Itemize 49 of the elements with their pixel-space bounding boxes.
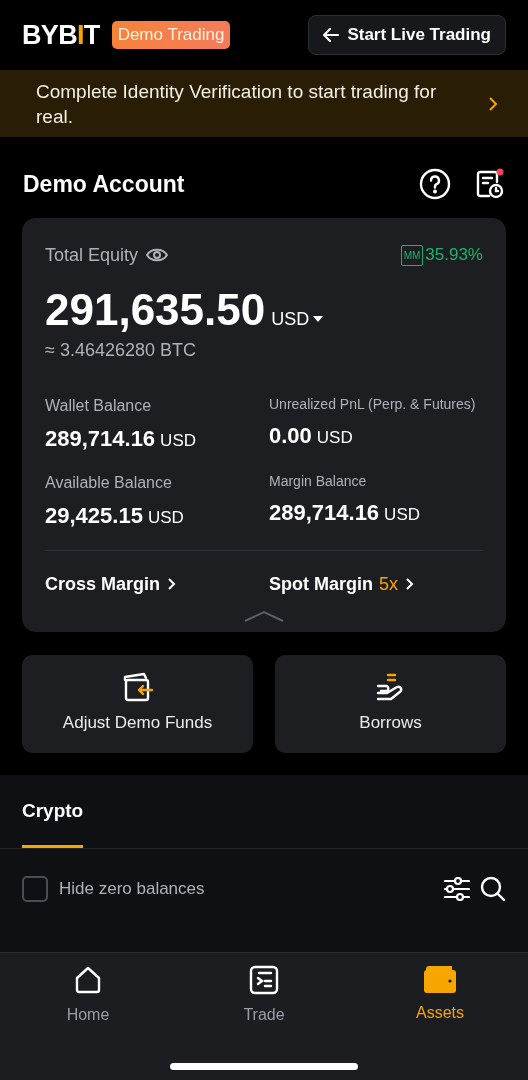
stat-unit: USD — [384, 503, 420, 526]
start-live-trading-button[interactable]: Start Live Trading — [308, 15, 506, 55]
arrow-left-icon — [323, 28, 340, 42]
tab[interactable]: Crypto — [22, 796, 84, 848]
checkbox-label: Hide zero balances — [59, 878, 205, 901]
terminal-icon — [249, 965, 279, 995]
stat-value: 0.00 — [269, 421, 312, 450]
cards-icon — [121, 671, 154, 702]
stat-value: 289,714.16 — [269, 498, 380, 527]
mm-value: 35.93% — [425, 244, 483, 267]
margin-link[interactable]: Spot Margin 5x — [269, 570, 483, 598]
account-title: Demo Account — [23, 170, 185, 199]
stat-unit: USD — [147, 506, 184, 529]
stat-unit: USD — [160, 429, 196, 452]
eye-icon[interactable] — [146, 247, 169, 263]
collapse-icon[interactable] — [244, 609, 284, 622]
chevron-right-icon — [166, 577, 177, 591]
wallet-icon — [424, 965, 456, 993]
equity-label: Total Equity — [45, 243, 139, 267]
nav-item[interactable]: Assets — [352, 965, 528, 1027]
stat-label: Margin Balance — [269, 471, 368, 491]
stat-label: Available Balance — [45, 472, 173, 493]
demo-trading-badge: Demo Trading — [111, 21, 231, 49]
history-icon[interactable] — [475, 168, 505, 201]
stat-label: Unrealized PnL (Perp. & Futures) — [269, 394, 477, 414]
stat-value: 289,714.16 — [45, 424, 156, 453]
btc-value: ≈ 3.46426280 BTC — [45, 338, 197, 362]
stat-label: Wallet Balance — [45, 395, 153, 416]
filter-icon[interactable] — [444, 877, 470, 901]
verification-banner[interactable]: Complete Identity Verification to start trading for real. — [0, 70, 528, 137]
logo: BYBIT — [22, 18, 100, 52]
action-button[interactable]: Adjust Demo Funds — [22, 654, 253, 753]
mm-tag: MM — [400, 244, 424, 266]
currency-dropdown[interactable]: USD — [271, 305, 324, 333]
chevron-right-icon — [404, 577, 414, 591]
equity-value: 291,635.50 — [45, 283, 266, 336]
search-icon[interactable] — [480, 876, 506, 902]
stat-unit: USD — [316, 426, 353, 449]
nav-item[interactable]: Home — [0, 965, 176, 1027]
action-button[interactable]: Borrows — [275, 654, 506, 753]
caret-icon — [313, 316, 324, 322]
help-icon[interactable] — [419, 168, 451, 201]
banner-text: Complete Identity Verification to start trading for real. — [36, 79, 438, 129]
checkbox[interactable] — [22, 876, 48, 902]
margin-link[interactable]: Cross Margin — [45, 570, 259, 598]
chevron-right-icon — [488, 95, 498, 112]
nav-item[interactable]: Trade — [176, 965, 352, 1027]
home-icon — [73, 965, 103, 995]
stat-value: 29,425.15 — [45, 501, 143, 530]
